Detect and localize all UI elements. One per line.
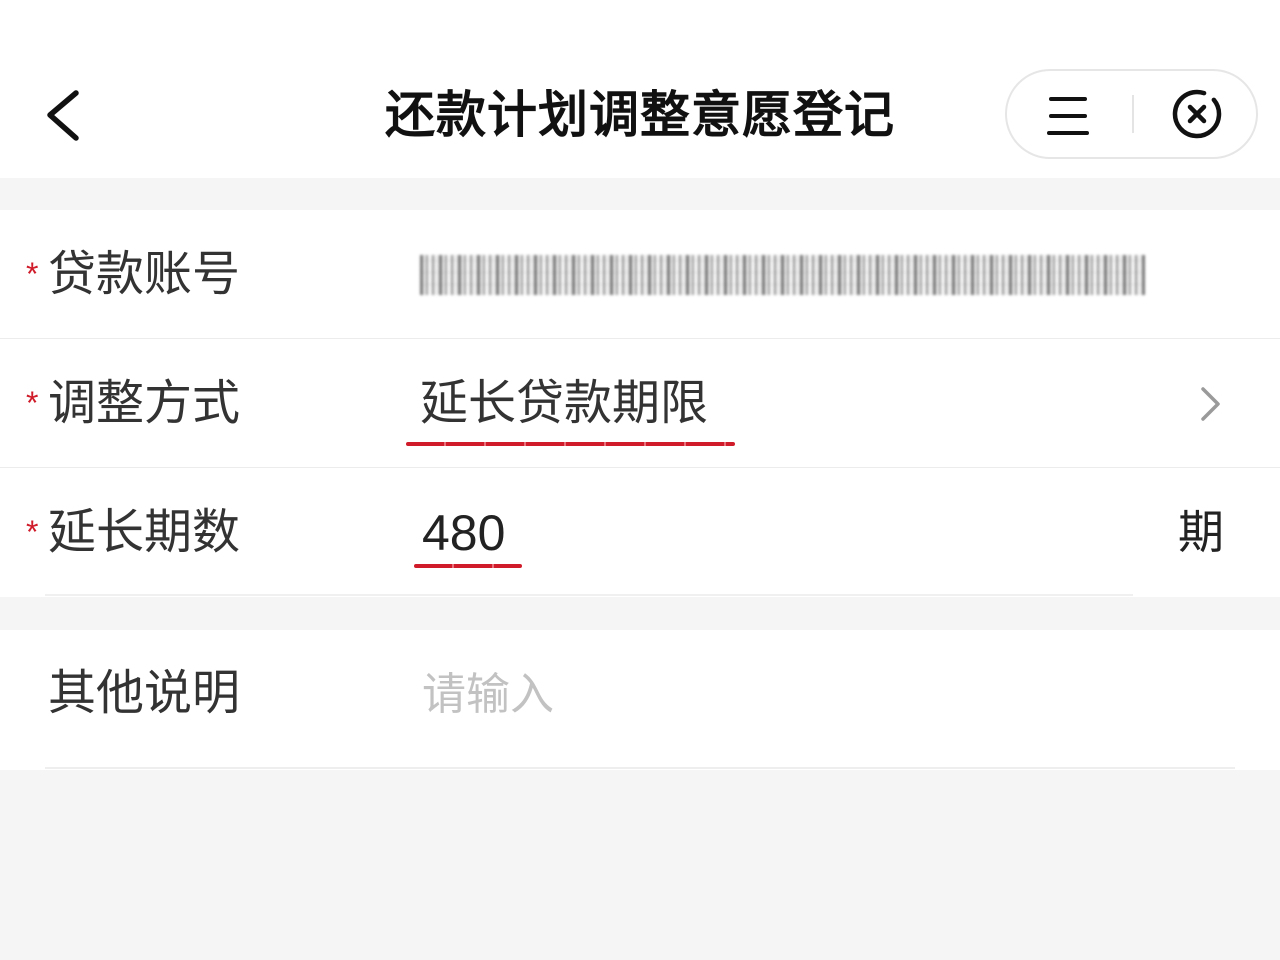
menu-button[interactable] bbox=[1007, 71, 1131, 157]
loan-account-label: 贷款账号 bbox=[48, 248, 241, 301]
chevron-right-icon bbox=[1201, 387, 1220, 421]
row-divider bbox=[45, 767, 1235, 769]
loan-account-value-masked bbox=[420, 255, 1145, 295]
required-mark: * bbox=[26, 256, 39, 292]
row-divider bbox=[0, 467, 1280, 468]
menu-icon bbox=[1047, 97, 1089, 135]
adjust-method-value: 延长贷款期限 bbox=[420, 377, 709, 430]
extension-periods-input[interactable] bbox=[422, 498, 722, 568]
form-card: * 贷款账号 * 调整方式 延长贷款期限 * 延长期数 期 bbox=[0, 210, 1280, 597]
annotation-underline bbox=[406, 442, 735, 446]
mini-program-capsule bbox=[1005, 69, 1258, 159]
nav-bar: 还款计划调整意愿登记 bbox=[0, 0, 1280, 178]
adjust-method-label: 调整方式 bbox=[48, 377, 241, 430]
other-notes-label: 其他说明 bbox=[48, 667, 241, 720]
close-button[interactable] bbox=[1134, 71, 1258, 157]
adjust-method-picker[interactable]: * 调整方式 延长贷款期限 bbox=[0, 339, 1280, 468]
other-notes-input[interactable] bbox=[422, 660, 1182, 730]
annotation-underline bbox=[414, 564, 522, 568]
required-mark: * bbox=[26, 514, 39, 550]
extension-periods-unit: 期 bbox=[1178, 506, 1224, 558]
close-circle-icon bbox=[1172, 89, 1222, 139]
required-mark: * bbox=[26, 385, 39, 421]
page: 还款计划调整意愿登记 * 贷款账号 * 调整方式 延长贷款期限 * 延长期数 4… bbox=[0, 0, 1280, 960]
loan-account-row: * 贷款账号 bbox=[0, 210, 1280, 339]
extension-periods-label: 延长期数 bbox=[48, 506, 241, 559]
notes-card: 其他说明 bbox=[0, 630, 1280, 770]
extension-periods-row: * 延长期数 期 bbox=[0, 468, 1280, 597]
chevron-left-icon bbox=[47, 90, 79, 141]
row-divider bbox=[45, 594, 1133, 596]
row-divider bbox=[0, 338, 1280, 339]
back-button[interactable] bbox=[30, 78, 96, 152]
page-title: 还款计划调整意愿登记 bbox=[385, 87, 895, 143]
